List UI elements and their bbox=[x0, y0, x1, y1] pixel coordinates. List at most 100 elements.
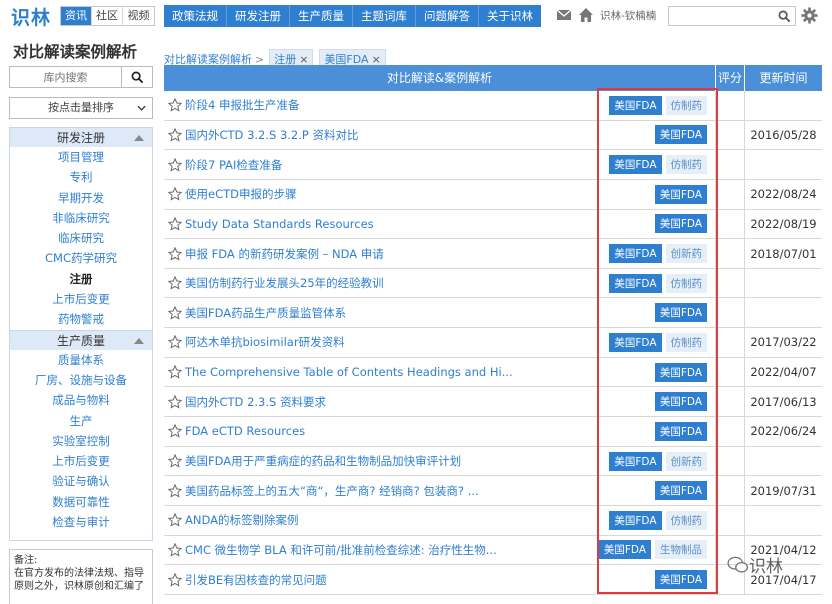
tag-fda[interactable]: 美国FDA bbox=[609, 244, 662, 264]
star-icon[interactable] bbox=[168, 513, 182, 527]
group-production-quality[interactable]: 生产质量 bbox=[10, 329, 152, 350]
tag-fda[interactable]: 美国FDA bbox=[654, 303, 707, 323]
sidebar-item-quality-system[interactable]: 质量体系 bbox=[10, 350, 152, 370]
sidebar-item-patent[interactable]: 专利 bbox=[10, 167, 152, 187]
tag-fda[interactable]: 美国FDA bbox=[654, 481, 707, 501]
gear-icon[interactable] bbox=[801, 7, 818, 24]
table-row[interactable]: 阶段7 PAI检查准备 美国FDA 仿制药 bbox=[164, 150, 822, 180]
tab-community[interactable]: 社区 bbox=[92, 7, 123, 25]
sidebar-item-early-development[interactable]: 早期开发 bbox=[10, 188, 152, 208]
tag-fda[interactable]: 美国FDA bbox=[609, 451, 662, 471]
column-updated[interactable]: 更新时间 bbox=[745, 65, 822, 91]
table-row[interactable]: 美国药品标签上的五大“商“，生产商? 经销商? 包装商? ... 美国FDA 201… bbox=[164, 476, 822, 506]
star-icon[interactable] bbox=[168, 483, 182, 498]
tag-fda[interactable]: 美国FDA bbox=[654, 570, 707, 590]
star-icon[interactable] bbox=[168, 572, 182, 587]
star-icon[interactable] bbox=[168, 98, 182, 112]
table-row[interactable]: CMC 微生物学 BLA 和许可前/批准前检查综述: 治疗性生物... 美国FDA… bbox=[164, 535, 822, 566]
row-title-link[interactable]: 申报 FDA 的新药研发案例 – NDA 申请 bbox=[185, 246, 384, 262]
sidebar-item-clinical[interactable]: 临床研究 bbox=[10, 228, 152, 248]
tag-fda[interactable]: 美国FDA bbox=[609, 155, 662, 175]
group-rd-registration[interactable]: 研发注册 bbox=[10, 127, 152, 147]
nav-qa[interactable]: 问题解答 bbox=[416, 5, 479, 27]
row-title-link[interactable]: CMC 微生物学 BLA 和许可前/批准前检查综述: 治疗性生物... bbox=[185, 542, 497, 558]
tag-fda[interactable]: 美国FDA bbox=[598, 540, 651, 560]
library-search-input[interactable] bbox=[9, 66, 122, 88]
tag-fda[interactable]: 美国FDA bbox=[609, 510, 662, 530]
table-row[interactable]: 国内外CTD 2.3.S 资料要求 美国FDA 2017/06/13 bbox=[164, 387, 822, 418]
row-title-link[interactable]: 使用eCTD申报的步骤 bbox=[185, 186, 296, 202]
tag-category[interactable]: 仿制药 bbox=[665, 332, 707, 352]
column-title[interactable]: 对比解读&案例解析 bbox=[164, 65, 716, 91]
row-title-link[interactable]: 国内外CTD 3.2.S 3.2.P 资料对比 bbox=[185, 127, 359, 143]
table-row[interactable]: 国内外CTD 3.2.S 3.2.P 资料对比 美国FDA 2016/05/28 bbox=[164, 120, 822, 151]
nav-production-quality[interactable]: 生产质量 bbox=[290, 5, 353, 27]
home-icon[interactable] bbox=[578, 7, 594, 23]
row-title-link[interactable]: 阶段4 申报批生产准备 bbox=[185, 97, 299, 113]
tag-category[interactable]: 生物制品 bbox=[655, 540, 707, 560]
tag-fda[interactable]: 美国FDA bbox=[654, 214, 707, 234]
sidebar-item-validation[interactable]: 验证与确认 bbox=[10, 471, 152, 491]
table-row[interactable]: 阿达木单抗biosimilar研发资料 美国FDA 仿制药 2017/03/22 bbox=[164, 328, 822, 358]
table-row[interactable]: ANDA的标签剔除案例 美国FDA 仿制药 bbox=[164, 505, 822, 536]
tag-fda[interactable]: 美国FDA bbox=[654, 184, 707, 204]
row-title-link[interactable]: 阶段7 PAI检查准备 bbox=[185, 157, 282, 173]
star-icon[interactable] bbox=[168, 305, 182, 320]
row-title-link[interactable]: 国内外CTD 2.3.S 资料要求 bbox=[185, 394, 326, 410]
sidebar-item-post-approval-change-2[interactable]: 上市后变更 bbox=[10, 451, 152, 471]
tag-fda[interactable]: 美国FDA bbox=[609, 332, 662, 352]
table-row[interactable]: 美国仿制药行业发展头25年的经验教训 美国FDA 仿制药 bbox=[164, 268, 822, 299]
star-icon[interactable] bbox=[168, 424, 182, 439]
tag-category[interactable]: 创新药 bbox=[665, 244, 707, 264]
collapse-icon[interactable] bbox=[134, 135, 144, 141]
star-icon[interactable] bbox=[168, 454, 182, 468]
nav-thesaurus[interactable]: 主题词库 bbox=[353, 5, 416, 27]
nav-rd-registration[interactable]: 研发注册 bbox=[227, 5, 290, 27]
collapse-icon[interactable] bbox=[134, 337, 144, 344]
row-title-link[interactable]: 引发BE有因核查的常见问题 bbox=[185, 572, 327, 588]
row-title-link[interactable]: 美国仿制药行业发展头25年的经验教训 bbox=[185, 275, 384, 291]
top-search-input[interactable] bbox=[669, 7, 775, 25]
sidebar-item-lab-control[interactable]: 实验室控制 bbox=[10, 431, 152, 451]
table-row[interactable]: 使用eCTD申报的步骤 美国FDA 2022/08/24 bbox=[164, 179, 822, 210]
row-title-link[interactable]: ANDA的标签剔除案例 bbox=[185, 512, 299, 528]
sidebar-item-pharmacovigilance[interactable]: 药物警戒 bbox=[10, 309, 152, 329]
star-icon[interactable] bbox=[168, 335, 182, 350]
star-icon[interactable] bbox=[168, 216, 182, 231]
tag-category[interactable]: 仿制药 bbox=[665, 273, 707, 293]
nav-about[interactable]: 关于识林 bbox=[479, 5, 541, 27]
username[interactable]: 识林-钦楠楠 bbox=[600, 8, 656, 23]
row-title-link[interactable]: 美国药品标签上的五大“商“，生产商? 经销商? 包装商? ... bbox=[185, 483, 479, 499]
sidebar-item-facilities[interactable]: 厂房、设施与设备 bbox=[10, 370, 152, 390]
star-icon[interactable] bbox=[168, 127, 182, 142]
sidebar-item-post-approval-change[interactable]: 上市后变更 bbox=[10, 289, 152, 309]
tag-fda[interactable]: 美国FDA bbox=[654, 362, 707, 382]
table-row[interactable]: FDA eCTD Resources 美国FDA 2022/06/24 bbox=[164, 417, 822, 447]
table-row[interactable]: 阶段4 申报批生产准备 美国FDA 仿制药 bbox=[164, 91, 822, 121]
site-logo[interactable]: 识林 bbox=[11, 3, 51, 30]
tab-news[interactable]: 资讯 bbox=[61, 7, 92, 25]
row-title-link[interactable]: 美国FDA药品生产质量监管体系 bbox=[185, 305, 346, 321]
column-rating[interactable]: 评分 bbox=[716, 65, 745, 91]
tag-fda[interactable]: 美国FDA bbox=[654, 421, 707, 441]
sidebar-item-products-materials[interactable]: 成品与物料 bbox=[10, 390, 152, 410]
tag-fda[interactable]: 美国FDA bbox=[654, 392, 707, 412]
nav-policy[interactable]: 政策法规 bbox=[164, 5, 227, 27]
sidebar-item-data-integrity[interactable]: 数据可靠性 bbox=[10, 492, 152, 512]
star-icon[interactable] bbox=[168, 276, 182, 290]
search-icon[interactable] bbox=[778, 10, 791, 23]
table-row[interactable]: 引发BE有因核查的常见问题 美国FDA 2017/04/17 bbox=[164, 565, 822, 595]
star-icon[interactable] bbox=[168, 542, 182, 557]
row-title-link[interactable]: 美国FDA用于严重病症的药品和生物制品加快审评计划 bbox=[185, 453, 461, 469]
tag-fda[interactable]: 美国FDA bbox=[654, 125, 707, 145]
row-title-link[interactable]: 阿达木单抗biosimilar研发资料 bbox=[185, 334, 345, 350]
row-title-link[interactable]: Study Data Standards Resources bbox=[185, 217, 374, 231]
star-icon[interactable] bbox=[168, 365, 182, 379]
tab-video[interactable]: 视频 bbox=[123, 7, 154, 25]
table-row[interactable]: 美国FDA用于严重病症的药品和生物制品加快审评计划 美国FDA 创新药 bbox=[164, 446, 822, 477]
table-row[interactable]: Study Data Standards Resources 美国FDA 2022/… bbox=[164, 209, 822, 240]
table-row[interactable]: 美国FDA药品生产质量监管体系 美国FDA bbox=[164, 298, 822, 329]
star-icon[interactable] bbox=[168, 187, 182, 201]
row-title-link[interactable]: FDA eCTD Resources bbox=[185, 424, 305, 438]
star-icon[interactable] bbox=[168, 157, 182, 172]
